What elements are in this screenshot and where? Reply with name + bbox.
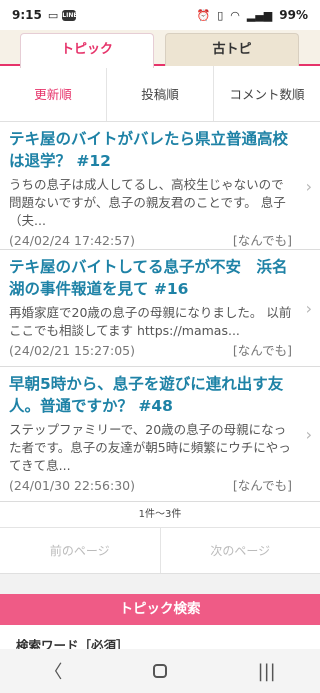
topic-date: (24/02/21 15:27:05) [9,343,136,358]
tab-old-topic[interactable]: 古トピ [165,33,299,66]
chevron-right-icon: › [305,176,312,196]
vibrate-icon: ▯ [217,8,224,22]
pagination: 前のページ 次のページ [0,528,320,574]
signal-icon: ▂▄▆ [246,8,273,22]
topic-snippet: ステップファミリーで、20歳の息子の母親になった者です。息子の友達が朝5時に頻繁… [9,422,291,473]
topic-meta: (24/02/21 15:27:05) [なんでも] [9,342,292,360]
topic-list: テキ屋のバイトがバレたら県立普通高校は退学？ #12 うちの息子は成人してるし、… [0,122,320,502]
sort-bar: 更新順 投稿順 コメント数順 [0,66,320,122]
topic-item[interactable]: テキ屋のバイトがバレたら県立普通高校は退学？ #12 うちの息子は成人してるし、… [0,122,320,250]
next-page-button[interactable]: 次のページ [161,528,320,573]
topic-title[interactable]: 早朝5時から、息子を遊びに連れ出す友人。普通ですか？ #48 [9,373,292,417]
status-time: 9:15 [12,8,42,22]
prev-page-button[interactable]: 前のページ [0,528,161,573]
chevron-right-icon: › [305,425,312,444]
topic-snippet: うちの息子は成人してるし、高校生じゃないので問題ないですが、息子の親友君のことで… [9,177,286,228]
sort-comment-count[interactable]: コメント数順 [214,66,320,121]
tab-bar: トピック 古トピ [0,30,320,68]
screen-mirror-icon: ▭ [47,8,59,22]
sort-updated[interactable]: 更新順 [0,66,107,121]
status-right: ⏰ ▯ ◠ ▂▄▆ 99% [197,8,309,22]
alarm-icon: ⏰ [196,8,211,22]
line-app-icon: LINE [62,9,78,21]
status-bar: 9:15 ▭ LINE ⏰ ▯ ◠ ▂▄▆ 99% [0,0,320,30]
topic-date: (24/01/30 22:56:30) [9,478,136,493]
system-nav-bar: 〈 ||| [0,649,320,693]
home-icon[interactable] [130,664,190,678]
topic-category: [なんでも] [232,233,292,248]
chevron-right-icon: › [305,299,312,318]
wifi-icon: ◠ [230,8,240,22]
battery-percent: 99% [279,8,308,22]
result-count: 1件〜3件 [0,502,320,528]
tab-topic[interactable]: トピック [20,33,154,68]
topic-meta: (24/02/24 17:42:57) [なんでも] [9,232,292,250]
sort-posted[interactable]: 投稿順 [107,66,214,121]
back-icon[interactable]: 〈 [23,658,83,684]
topic-item[interactable]: 早朝5時から、息子を遊びに連れ出す友人。普通ですか？ #48 ステップファミリー… [0,367,320,502]
topic-category: [なんでも] [232,478,292,493]
topic-item[interactable]: テキ屋のバイトしてる息子が不安 浜名湖の事件報道を見て #16 再婚家庭で20歳… [0,250,320,367]
topic-date: (24/02/24 17:42:57) [9,233,136,248]
topic-meta: (24/01/30 22:56:30) [なんでも] [9,477,292,495]
topic-search-header: トピック検索 [0,594,320,625]
topic-snippet: 再婚家庭で20歳の息子の母親になりました。 以前ここでも相談してます https… [9,305,292,338]
topic-title[interactable]: テキ屋のバイトしてる息子が不安 浜名湖の事件報道を見て #16 [9,256,292,300]
topic-title[interactable]: テキ屋のバイトがバレたら県立普通高校は退学？ #12 [9,128,292,172]
recent-apps-icon[interactable]: ||| [237,661,297,682]
topic-category: [なんでも] [232,343,292,358]
